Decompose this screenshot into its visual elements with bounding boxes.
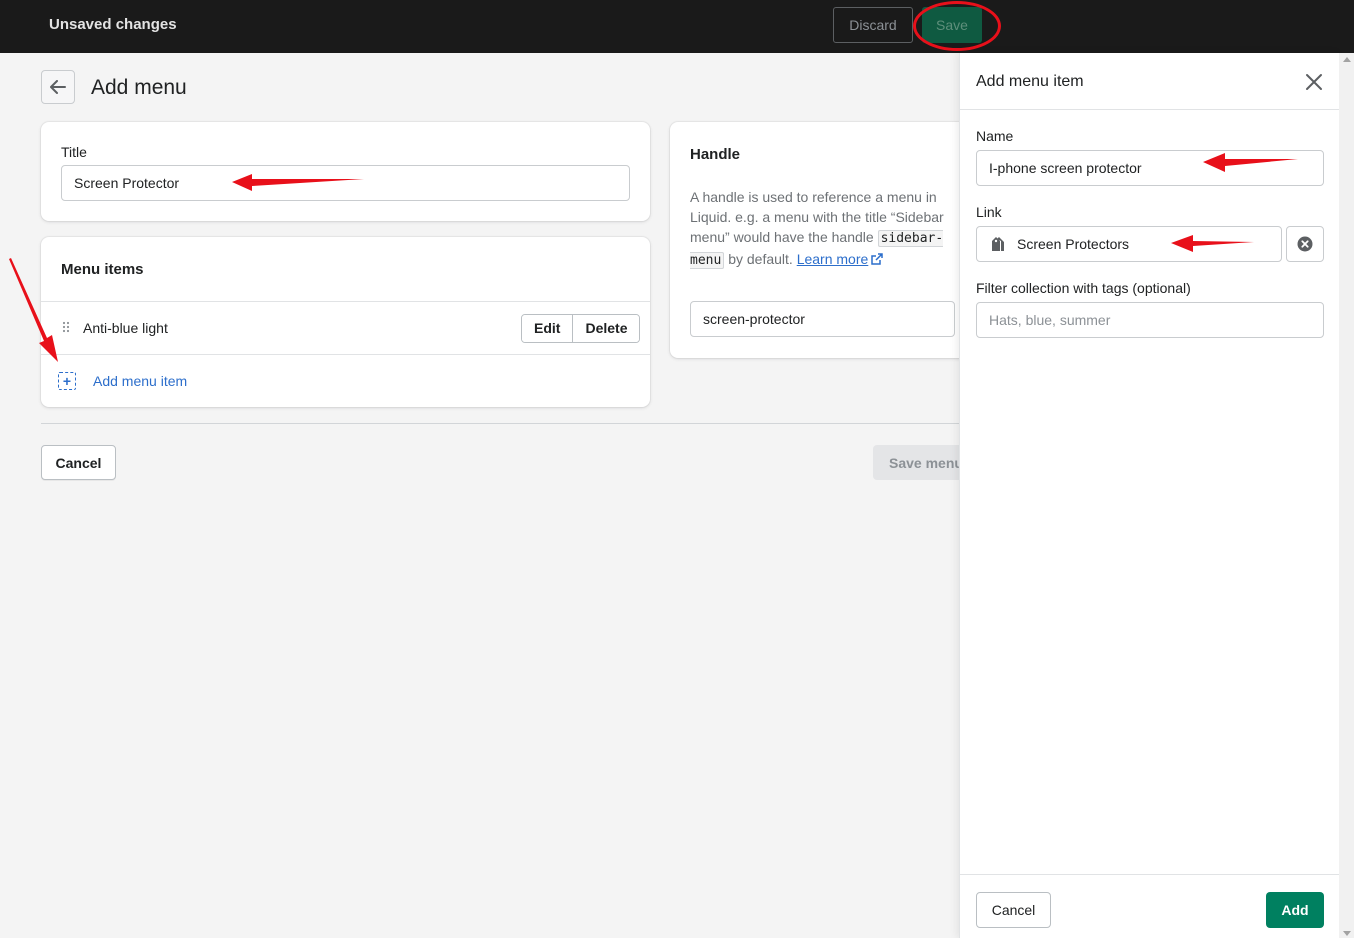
name-label: Name <box>976 128 1014 144</box>
page-title: Add menu <box>91 76 187 99</box>
add-icon[interactable]: + <box>58 372 76 390</box>
filter-label: Filter collection with tags (optional) <box>976 280 1191 296</box>
scroll-up-icon[interactable] <box>1343 57 1351 62</box>
menu-items-card: Menu items Anti-blue light Edit Delete +… <box>41 237 650 407</box>
link-label: Link <box>976 204 1002 220</box>
handle-heading: Handle <box>690 146 741 163</box>
edit-button[interactable]: Edit <box>522 315 573 342</box>
learn-more-link[interactable]: Learn more <box>797 251 869 267</box>
arrow-left-icon <box>50 80 66 94</box>
menu-item-label: Anti-blue light <box>83 320 168 336</box>
drag-handle-icon[interactable] <box>61 321 71 333</box>
circle-x-icon <box>1297 236 1313 252</box>
handle-input[interactable]: screen-protector <box>690 301 955 337</box>
name-input[interactable]: I-phone screen protector <box>976 150 1324 186</box>
add-button[interactable]: Add <box>1266 892 1324 928</box>
add-menu-item-panel: Add menu item Name I-phone screen protec… <box>959 53 1340 938</box>
panel-title: Add menu item <box>976 73 1084 90</box>
title-input[interactable]: Screen Protector <box>61 165 630 201</box>
divider <box>960 874 1340 875</box>
close-icon[interactable] <box>1304 72 1324 92</box>
cancel-button[interactable]: Cancel <box>41 445 116 480</box>
scrollbar[interactable] <box>1339 53 1354 938</box>
collection-tag-icon <box>992 237 1004 251</box>
menu-item-actions: Edit Delete <box>521 314 641 343</box>
external-link-icon <box>871 253 884 265</box>
delete-button[interactable]: Delete <box>572 315 640 342</box>
title-label: Title <box>61 144 87 160</box>
divider <box>41 301 650 302</box>
link-input[interactable]: Screen Protectors <box>976 226 1282 262</box>
menu-items-heading: Menu items <box>61 261 144 278</box>
back-button[interactable] <box>41 70 75 104</box>
handle-description: A handle is used to reference a menu in … <box>690 187 952 271</box>
divider <box>41 354 650 355</box>
save-button[interactable]: Save <box>922 7 982 43</box>
discard-button[interactable]: Discard <box>833 7 913 43</box>
divider <box>960 109 1340 110</box>
panel-cancel-button[interactable]: Cancel <box>976 892 1051 928</box>
filter-tags-input[interactable]: Hats, blue, summer <box>976 302 1324 338</box>
add-menu-item-link[interactable]: Add menu item <box>93 373 187 389</box>
clear-link-button[interactable] <box>1286 226 1324 262</box>
handle-card: Handle A handle is used to reference a m… <box>670 122 970 358</box>
title-card: Title Screen Protector <box>41 122 650 221</box>
contextual-save-bar: Unsaved changes Discard Save <box>0 0 1354 53</box>
footer-divider <box>41 423 959 424</box>
handle-desc-text: by default. <box>728 251 793 267</box>
link-value: Screen Protectors <box>1017 236 1130 252</box>
unsaved-changes-title: Unsaved changes <box>49 16 177 33</box>
scroll-down-icon[interactable] <box>1343 931 1351 936</box>
